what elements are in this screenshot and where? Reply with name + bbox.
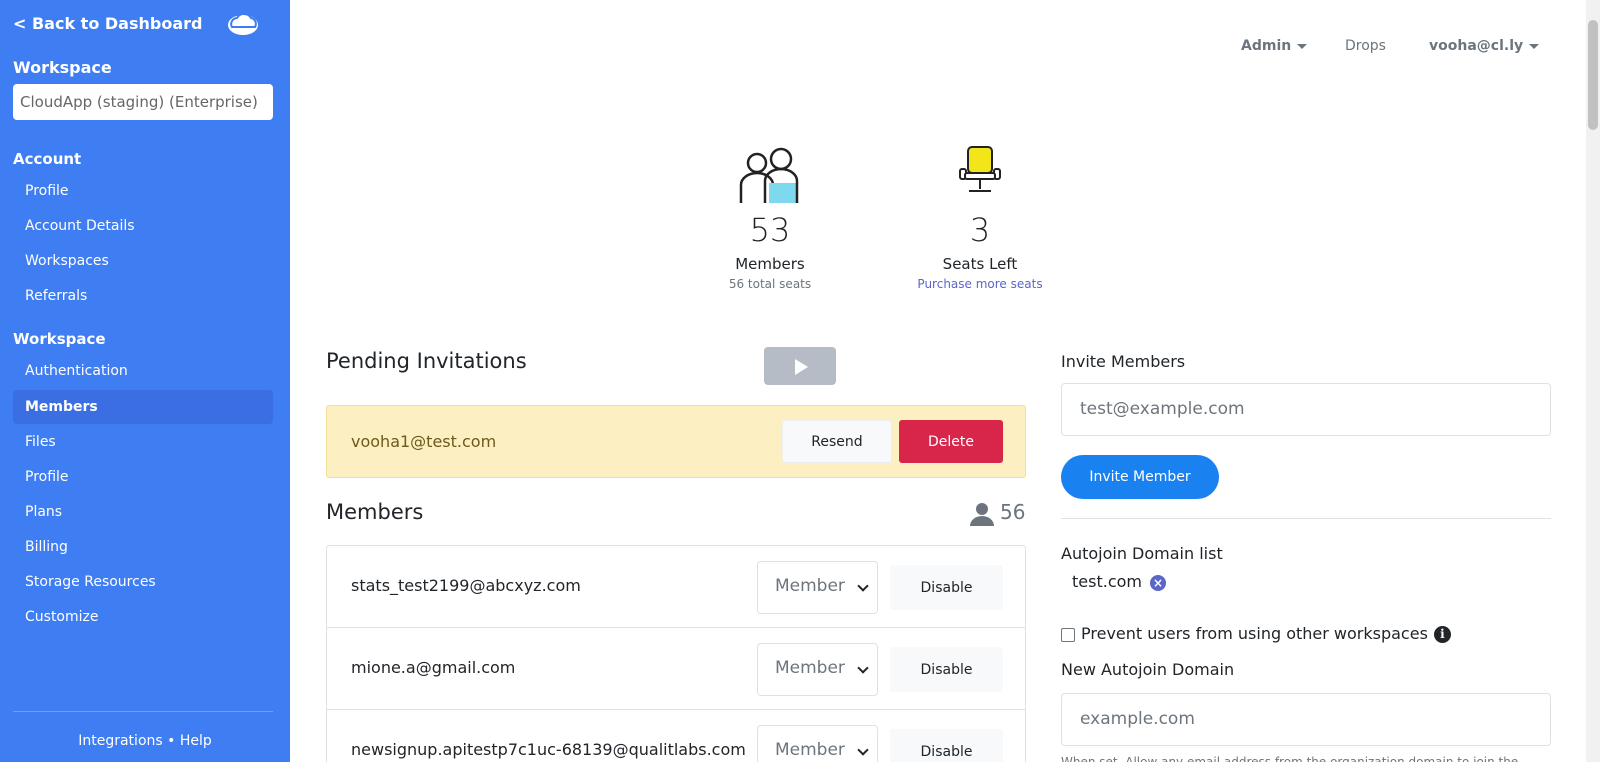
- remove-domain-icon[interactable]: ×: [1149, 574, 1166, 591]
- scrollbar[interactable]: [1586, 0, 1600, 762]
- member-email: newsignup.apitestp7c1uc-68139@qualitlabs…: [351, 740, 746, 759]
- autojoin-domain-list-label: Autojoin Domain list: [1061, 544, 1223, 563]
- disable-button[interactable]: Disable: [890, 647, 1003, 692]
- purchase-seats-link[interactable]: Purchase more seats: [900, 277, 1060, 291]
- sidebar-item-plans[interactable]: Plans: [13, 495, 273, 529]
- scrollbar-thumb[interactable]: [1588, 20, 1598, 130]
- chair-icon: [959, 146, 1001, 192]
- cloud-icon[interactable]: [226, 10, 260, 38]
- members-stat: 53 Members 56 total seats: [710, 145, 830, 291]
- workspace-field-value: CloudApp (staging) (Enterprise): [20, 93, 258, 111]
- pending-email: vooha1@test.com: [351, 432, 497, 451]
- chevron-down-icon: [857, 744, 869, 756]
- drops-link[interactable]: Drops: [1345, 38, 1386, 54]
- admin-menu[interactable]: Admin: [1241, 38, 1308, 54]
- sidebar-item-files[interactable]: Files: [13, 425, 273, 459]
- member-email: stats_test2199@abcxyz.com: [351, 576, 581, 595]
- autojoin-note: When set, Allow any email address from t…: [1061, 755, 1519, 762]
- new-autojoin-domain-input[interactable]: example.com: [1061, 693, 1551, 746]
- invite-email-input[interactable]: test@example.com: [1061, 383, 1551, 436]
- sidebar-item-authentication[interactable]: Authentication: [13, 354, 273, 388]
- role-select-value: Member: [775, 740, 845, 760]
- seats-left-count: 3: [969, 211, 991, 249]
- members-total: 56: [970, 500, 1025, 526]
- sidebar-item-storage-resources[interactable]: Storage Resources: [13, 565, 273, 599]
- sidebar-item-workspace-profile[interactable]: Profile: [13, 460, 273, 494]
- prevent-other-workspaces-label: Prevent users from using other workspace…: [1081, 624, 1428, 643]
- role-select[interactable]: Member: [757, 725, 878, 762]
- role-select[interactable]: Member: [757, 561, 878, 614]
- domain-tag: test.com ×: [1072, 572, 1166, 591]
- disable-button[interactable]: Disable: [890, 565, 1003, 610]
- role-select-value: Member: [775, 576, 845, 596]
- sidebar-item-customize[interactable]: Customize: [13, 600, 273, 634]
- chevron-down-icon: [1297, 43, 1308, 49]
- table-row: newsignup.apitestp7c1uc-68139@qualitlabs…: [327, 710, 1025, 762]
- pending-invitations-title: Pending Invitations: [326, 349, 527, 373]
- prevent-other-workspaces-checkbox[interactable]: [1061, 627, 1075, 642]
- person-icon: [970, 502, 994, 526]
- delete-button[interactable]: Delete: [899, 420, 1003, 463]
- chevron-down-icon: [1529, 43, 1540, 49]
- members-icon: [739, 147, 799, 203]
- role-select[interactable]: Member: [757, 643, 878, 696]
- disable-button[interactable]: Disable: [890, 729, 1003, 762]
- seats-left-label: Seats Left: [942, 255, 1018, 273]
- table-row: stats_test2199@abcxyz.com Member Disable: [327, 546, 1025, 628]
- info-icon[interactable]: i: [1433, 626, 1451, 643]
- members-title: Members: [326, 500, 424, 524]
- total-seats-label: 56 total seats: [728, 277, 812, 291]
- sidebar-footer-links[interactable]: Integrations • Help: [0, 733, 290, 749]
- table-row: mione.a@gmail.com Member Disable: [327, 628, 1025, 710]
- chevron-down-icon: [857, 662, 869, 674]
- invite-members-label: Invite Members: [1061, 352, 1186, 371]
- workspace-heading: Workspace: [13, 58, 112, 77]
- sidebar-item-members[interactable]: Members: [13, 390, 273, 424]
- members-count: 53: [749, 211, 791, 249]
- play-video-button[interactable]: [764, 347, 836, 385]
- members-list: stats_test2199@abcxyz.com Member Disable…: [326, 545, 1026, 762]
- resend-button[interactable]: Resend: [782, 420, 892, 463]
- members-total-count: 56: [1000, 500, 1026, 524]
- role-select-value: Member: [775, 658, 845, 678]
- user-menu-label: vooha@cl.ly: [1429, 38, 1524, 54]
- panel-divider: [1061, 518, 1551, 519]
- sidebar-item-billing[interactable]: Billing: [13, 530, 273, 564]
- new-autojoin-domain-label: New Autojoin Domain: [1061, 660, 1235, 679]
- sidebar-item-workspaces[interactable]: Workspaces: [13, 244, 273, 278]
- domain-tag-label: test.com: [1072, 572, 1142, 591]
- back-to-dashboard-link[interactable]: < Back to Dashboard: [13, 14, 202, 33]
- sidebar-item-profile[interactable]: Profile: [13, 174, 273, 208]
- prevent-other-workspaces-row: Prevent users from using other workspace…: [1061, 624, 1451, 643]
- invite-member-button[interactable]: Invite Member: [1061, 455, 1219, 499]
- sidebar: < Back to Dashboard Workspace CloudApp (…: [0, 0, 290, 762]
- workspace-section-heading: Workspace: [13, 330, 106, 348]
- members-label: Members: [735, 255, 805, 273]
- user-menu[interactable]: vooha@cl.ly: [1429, 38, 1540, 54]
- account-heading: Account: [13, 150, 82, 168]
- seats-stat: 3 Seats Left Purchase more seats: [900, 145, 1060, 291]
- sidebar-divider: [13, 711, 273, 712]
- pending-invitation-row: vooha1@test.com Resend Delete: [326, 405, 1026, 478]
- admin-menu-label: Admin: [1241, 38, 1292, 54]
- chevron-down-icon: [857, 580, 869, 592]
- member-email: mione.a@gmail.com: [351, 658, 516, 677]
- sidebar-item-referrals[interactable]: Referrals: [13, 279, 273, 313]
- sidebar-item-account-details[interactable]: Account Details: [13, 209, 273, 243]
- workspace-field[interactable]: CloudApp (staging) (Enterprise): [13, 84, 273, 120]
